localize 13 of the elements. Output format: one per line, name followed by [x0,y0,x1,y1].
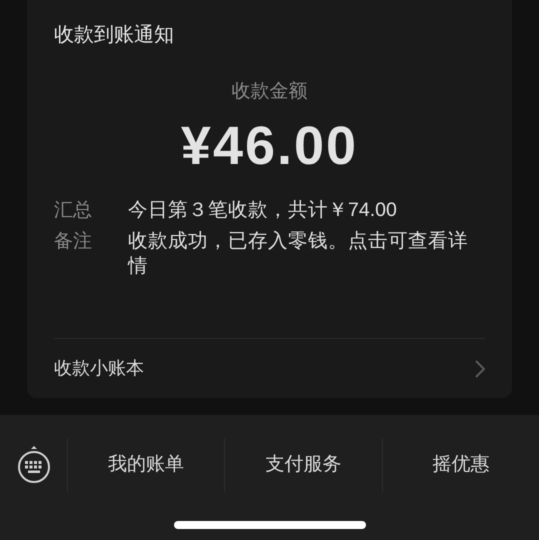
card-title: 收款到账通知 [54,23,175,48]
amount-label: 收款金额 [232,80,308,104]
amount: ¥46.00 [180,116,358,176]
field-value: 今日第３笔收款，共计￥74.00 [128,198,398,223]
menu-item[interactable]: 支付服务 [265,450,342,480]
field-label: 备注 [54,230,93,254]
menu-item[interactable]: 我的账单 [108,450,184,480]
field-label: 汇总 [54,199,93,223]
keyboard-icon[interactable] [16,445,50,485]
menu-item[interactable]: 摇优惠 [432,450,490,480]
field-value: 收款成功，已存入零钱。点击可查看详情 [128,229,469,279]
ledger-link[interactable]: 收款小账本 [54,355,144,382]
chevron-icon [475,360,485,378]
